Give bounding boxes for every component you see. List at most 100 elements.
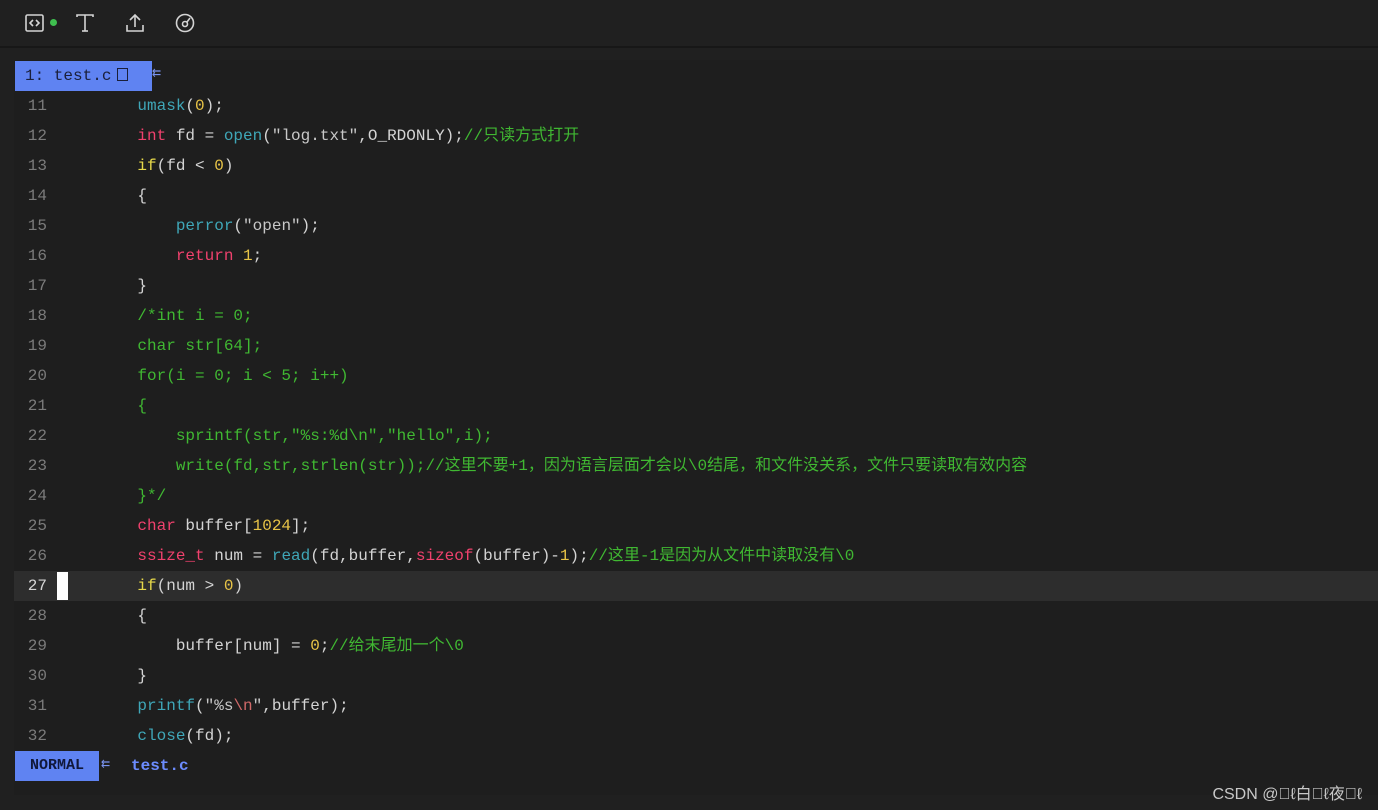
code-line[interactable]: 15 perror("open"); — [14, 211, 1378, 241]
code-line[interactable]: 28 { — [14, 601, 1378, 631]
code-area[interactable]: 11 umask(0); 12 int fd = open("log.txt",O… — [14, 91, 1378, 751]
line-number: 27 — [27, 577, 47, 595]
line-text: } — [99, 271, 147, 301]
code-token: for(i = 0; i < 5; i++) — [99, 367, 349, 385]
line-number: 14 — [27, 187, 47, 205]
code-token: { — [99, 397, 148, 415]
line-text: ssize_t num = read(fd,buffer,sizeof(buff… — [99, 541, 854, 571]
line-text: { — [99, 181, 147, 211]
code-token: 0 — [310, 637, 320, 655]
code-line[interactable]: 25 char buffer[1024]; — [14, 511, 1378, 541]
code-token: ) — [223, 157, 234, 175]
line-text: for(i = 0; i < 5; i++) — [99, 361, 349, 391]
code-line[interactable]: 19 char str[64]; — [14, 331, 1378, 361]
code-token: buffer[ — [175, 517, 253, 535]
code-token: num = — [204, 547, 272, 565]
code-token: "%s — [204, 697, 234, 715]
line-text: printf("%s\n",buffer); — [99, 691, 348, 721]
line-text: perror("open"); — [99, 211, 320, 241]
line-text: /*int i = 0; — [99, 301, 252, 331]
line-text: char str[64]; — [99, 331, 262, 361]
line-text: }*/ — [99, 481, 166, 511]
code-line[interactable]: 16 return 1; — [14, 241, 1378, 271]
line-number: 21 — [27, 397, 47, 415]
line-text: { — [99, 601, 147, 631]
code-token: 1 — [559, 547, 570, 565]
line-number: 24 — [27, 487, 47, 505]
code-line[interactable]: 17 } — [14, 271, 1378, 301]
code-token: ) — [233, 577, 244, 595]
code-line[interactable]: 14 { — [14, 181, 1378, 211]
line-number: 30 — [27, 667, 47, 685]
line-text: } — [99, 661, 147, 691]
code-line[interactable]: 18 /*int i = 0; — [14, 301, 1378, 331]
line-number: 22 — [27, 427, 47, 445]
compass-icon[interactable] — [174, 12, 196, 34]
code-line[interactable]: 32 close(fd); — [14, 721, 1378, 751]
code-line[interactable]: 24 }*/ — [14, 481, 1378, 511]
text-format-icon[interactable] — [74, 12, 96, 34]
tab-close-icon[interactable] — [117, 68, 129, 81]
code-token: //给末尾加一个\0 — [329, 637, 464, 655]
code-line[interactable]: 11 umask(0); — [14, 91, 1378, 121]
line-number: 32 — [27, 727, 47, 745]
code-token: ); — [204, 97, 224, 115]
code-token: 1 — [243, 247, 253, 265]
code-token: buffer[num] = — [99, 637, 311, 655]
code-line[interactable]: 13 if(fd < 0) — [14, 151, 1378, 181]
line-number: 12 — [27, 127, 47, 145]
code-token: printf — [137, 697, 196, 715]
code-line[interactable]: 26 ssize_t num = read(fd,buffer,sizeof(b… — [14, 541, 1378, 571]
code-line[interactable]: 22 sprintf(str,"%s:%d\n","hello",i); — [14, 421, 1378, 451]
status-filename: test.c — [131, 757, 189, 775]
code-token: (fd < — [156, 157, 215, 175]
line-number: 23 — [27, 457, 47, 475]
tab-test-c[interactable]: 1: test.c — [15, 61, 152, 91]
code-token: (fd,buffer, — [310, 547, 416, 565]
code-token: umask — [137, 97, 186, 115]
code-token: "log.txt" — [271, 127, 359, 145]
tab-label: 1: test.c — [25, 67, 112, 85]
code-line[interactable]: 29 buffer[num] = 0;//给末尾加一个\0 — [14, 631, 1378, 661]
code-token: (buffer)- — [473, 547, 560, 565]
line-text: close(fd); — [99, 721, 233, 751]
code-line[interactable]: 12 int fd = open("log.txt",O_RDONLY);//只… — [14, 121, 1378, 151]
code-line[interactable]: 27 if(num > 0) — [14, 571, 1378, 601]
line-text: if(num > 0) — [99, 571, 243, 601]
code-token: ( — [195, 697, 205, 715]
status-separator-icon: ⇇ — [101, 756, 111, 773]
code-token: ssize_t — [137, 547, 205, 565]
code-token: sprintf(str,"%s:%d\n","hello",i); — [99, 427, 493, 445]
code-token: { — [99, 187, 148, 205]
code-view-icon[interactable] — [24, 12, 46, 34]
code-token: ; — [319, 637, 330, 655]
code-token: sizeof — [415, 547, 474, 565]
code-token: return — [175, 247, 234, 265]
code-line[interactable]: 21 { — [14, 391, 1378, 421]
upload-icon[interactable] — [124, 12, 146, 34]
tab-separator-icon: ⇇ — [152, 65, 162, 82]
code-token: 0 — [223, 577, 234, 595]
line-text: { — [99, 391, 147, 421]
code-token: "open" — [243, 217, 301, 235]
code-line[interactable]: 31 printf("%s\n",buffer); — [14, 691, 1378, 721]
code-token: if — [137, 577, 157, 595]
status-dot — [50, 19, 57, 26]
code-line[interactable]: 30 } — [14, 661, 1378, 691]
code-token: }*/ — [99, 487, 167, 505]
code-token: ( — [233, 217, 244, 235]
code-token: 0 — [195, 97, 205, 115]
code-line[interactable]: 23 write(fd,str,strlen(str));//这里不要+1，因为… — [14, 451, 1378, 481]
line-number: 19 — [27, 337, 47, 355]
code-line[interactable]: 20 for(i = 0; i < 5; i++) — [14, 361, 1378, 391]
code-token: char str[64]; — [99, 337, 263, 355]
